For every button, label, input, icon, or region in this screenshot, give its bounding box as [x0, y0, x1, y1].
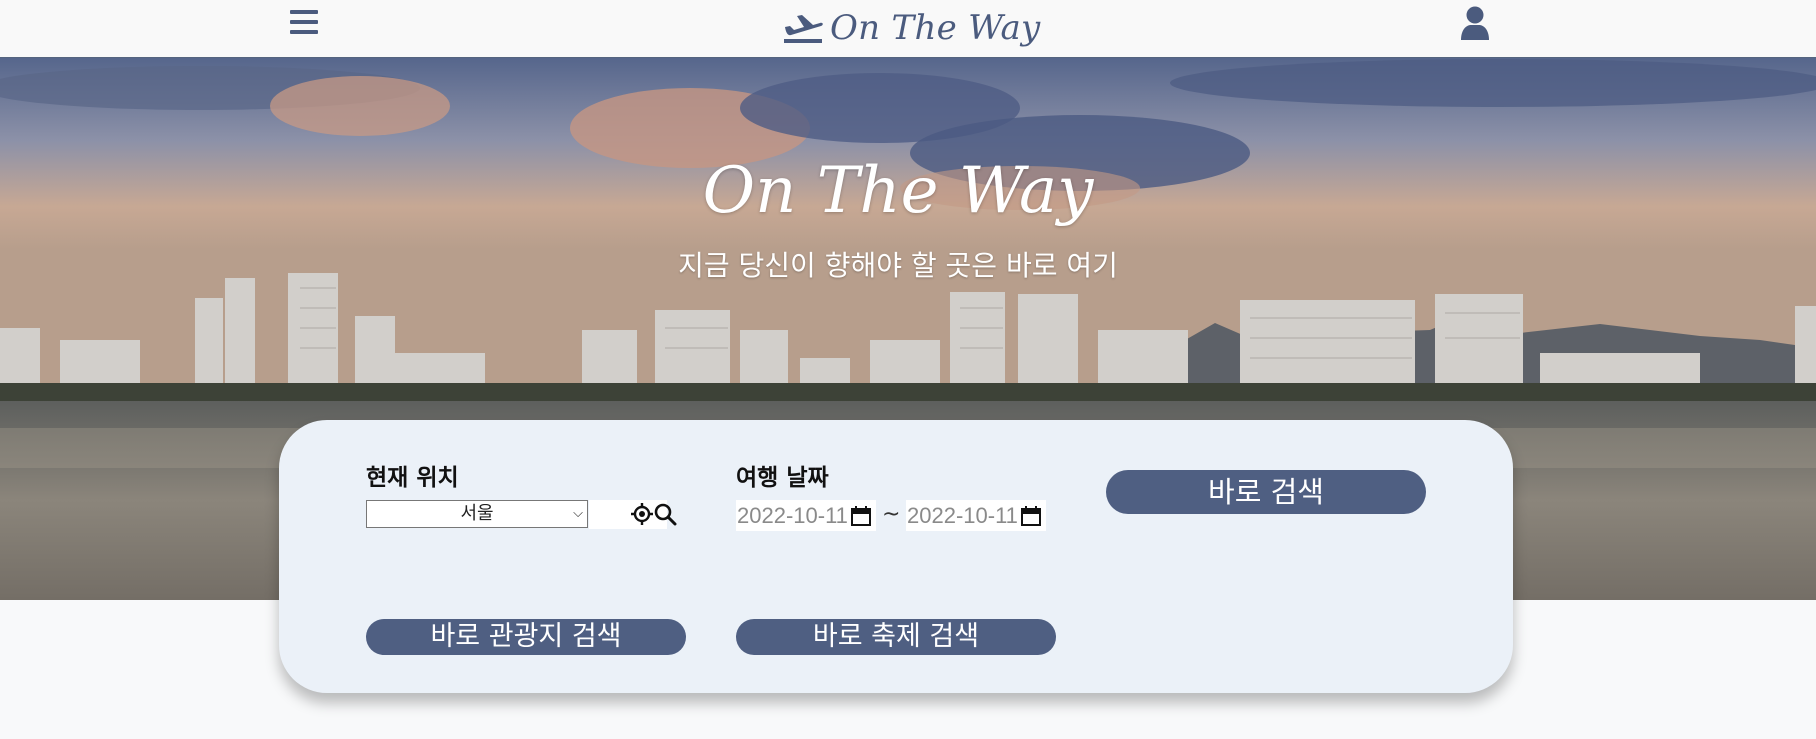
chevron-down-icon: ⌵: [573, 506, 583, 521]
location-actions: [589, 500, 677, 529]
date-label: 여행 날짜: [736, 465, 829, 491]
search-panel: 현재 위치 여행 날짜 서울 ⌵ 2022-10-11 ~ 2022-10-11: [279, 420, 1513, 693]
calendar-icon[interactable]: [850, 505, 872, 527]
location-label: 현재 위치: [366, 465, 459, 491]
current-location-icon[interactable]: [630, 502, 654, 526]
location-select-value: 서울: [460, 503, 494, 524]
date-range-separator: ~: [882, 502, 901, 527]
brand-name: On The Way: [830, 8, 1041, 48]
start-date-value: 2022-10-11: [737, 503, 848, 528]
tour-search-button[interactable]: 바로 관광지 검색: [366, 619, 686, 655]
airplane-departure-icon: [784, 15, 823, 43]
festival-search-button[interactable]: 바로 축제 검색: [736, 619, 1056, 655]
top-navbar: On The Way: [0, 0, 1816, 58]
hero-subtitle: 지금 당신이 향해야 할 곳은 바로 여기: [678, 249, 1118, 282]
location-select[interactable]: 서울 ⌵: [366, 500, 588, 528]
search-button[interactable]: 바로 검색: [1106, 470, 1426, 514]
start-date-input[interactable]: 2022-10-11: [736, 500, 876, 531]
search-icon[interactable]: [653, 502, 677, 526]
end-date-value: 2022-10-11: [907, 503, 1018, 528]
hero-title: On The Way: [702, 154, 1094, 228]
brand-logo[interactable]: On The Way: [782, 4, 1041, 52]
menu-icon[interactable]: [290, 10, 322, 36]
calendar-icon[interactable]: [1020, 505, 1042, 527]
user-icon[interactable]: [1458, 5, 1492, 41]
end-date-input[interactable]: 2022-10-11: [906, 500, 1046, 531]
